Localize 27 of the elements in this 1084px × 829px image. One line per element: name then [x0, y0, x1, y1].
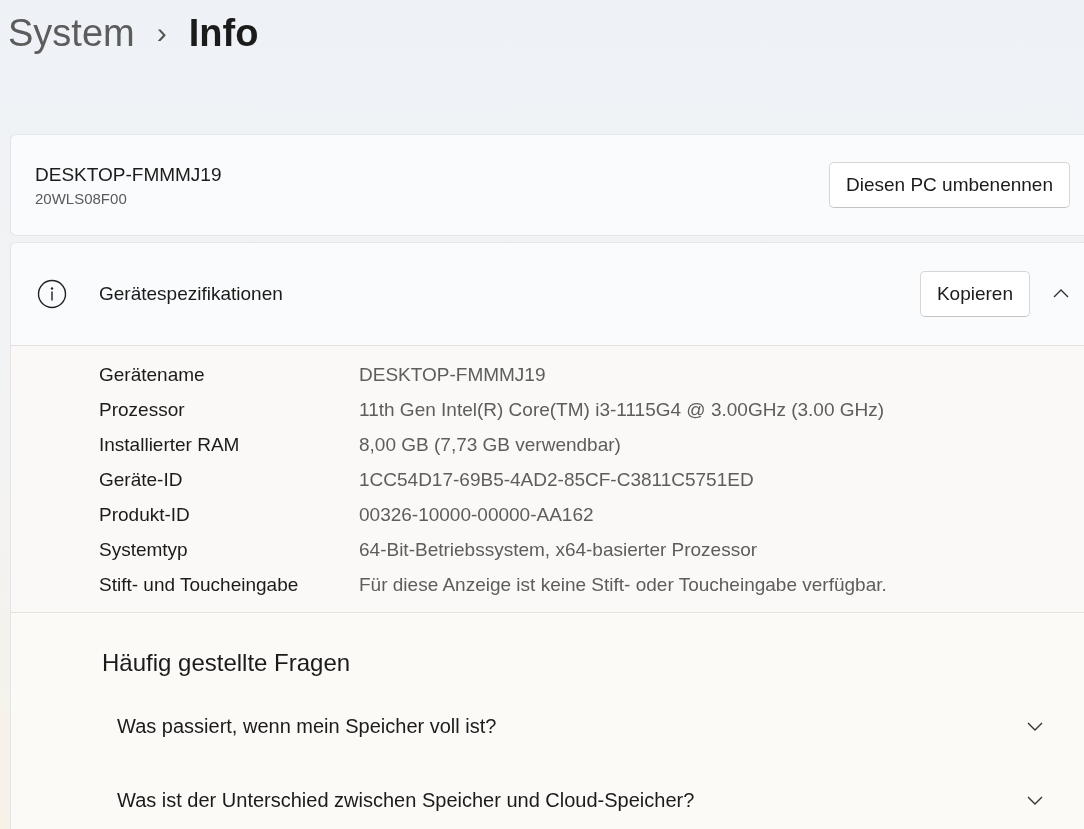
spec-label: Systemtyp	[99, 539, 189, 561]
spec-label: Geräte-ID	[99, 469, 184, 491]
page-title: Info	[188, 11, 259, 55]
faq-title: Häufig gestellte Fragen	[102, 649, 352, 677]
breadcrumb-parent[interactable]: System	[8, 11, 135, 55]
faq-question[interactable]: Was ist der Unterschied zwischen Speicher und Cloud-Speicher?	[117, 788, 695, 812]
spec-value: 8,00 GB (7,73 GB verwendbar)	[359, 434, 622, 456]
spec-label: Stift- und Toucheingabe	[99, 574, 300, 596]
spec-value: 64-Bit-Betriebssystem, x64-basierter Prozessor	[359, 539, 759, 561]
specs-header[interactable]: Gerätespezifikationen Kopieren	[11, 243, 1084, 346]
spec-label: Gerätename	[99, 364, 206, 386]
spec-value: Für diese Anzeige ist keine Stift- oder Toucheingabe verfügbar.	[359, 574, 888, 596]
spec-label: Prozessor	[99, 399, 186, 421]
faq-question[interactable]: Was passiert, wenn mein Speicher voll ist?	[117, 714, 497, 738]
copy-button[interactable]: Kopieren	[919, 271, 1030, 317]
spec-value: DESKTOP-FMMMJ19	[359, 364, 547, 386]
spec-value: 1CC54D17-69B5-4AD2-85CF-C3811C5751ED	[359, 469, 755, 491]
rename-button[interactable]: Diesen PC umbenennen	[828, 162, 1070, 208]
info-icon	[37, 279, 67, 309]
spec-value: 11th Gen Intel(R) Core(TM) i3-1115G4 @ 3.00GHz (3.00 GHz)	[359, 399, 886, 421]
device-model: 20WLS08F00	[35, 189, 128, 207]
spec-value: 00326-10000-00000-AA162	[359, 504, 595, 526]
specs-title: Gerätespezifikationen	[99, 283, 284, 305]
spec-label: Installierter RAM	[99, 434, 241, 456]
breadcrumb-separator: ›	[156, 16, 167, 50]
device-name: DESKTOP-FMMMJ19	[35, 163, 222, 186]
spec-label: Produkt-ID	[99, 504, 191, 526]
